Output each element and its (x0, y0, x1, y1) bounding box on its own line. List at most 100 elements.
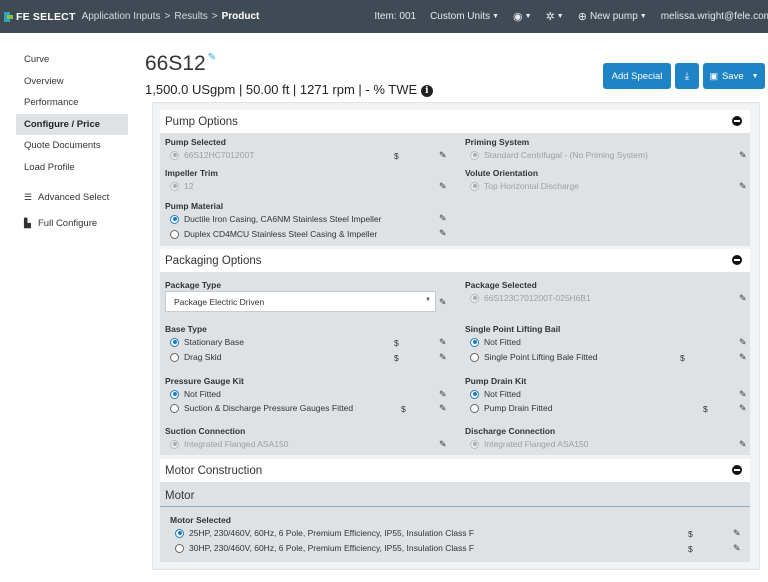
price-icon: $ (394, 338, 399, 348)
edit-icon[interactable]: ✎ (439, 228, 447, 239)
edit-icon[interactable]: ✎ (439, 403, 447, 414)
plus-circle-icon: ⊕ (577, 11, 587, 23)
duty-point-summary: 1,500.0 USgpm | 50.00 ft | 1271 rpm | - … (145, 82, 433, 97)
sidebar: Curve Overview Performance Configure / P… (16, 49, 128, 234)
gear-icon: ✲ (545, 11, 555, 23)
edit-icon[interactable]: ✎ (739, 352, 747, 363)
edit-icon[interactable]: ✎ (439, 150, 447, 161)
settings-dropdown[interactable]: ✲ ▼ (546, 10, 564, 23)
fe-select-logo[interactable]: FE SELECT (4, 11, 76, 23)
edit-icon[interactable]: ✎ (739, 293, 747, 304)
breadcrumb-application-inputs[interactable]: Application Inputs (82, 11, 161, 22)
sidebar-item-advanced-select[interactable]: ☰ Advanced Select (16, 187, 128, 209)
radio-button[interactable] (170, 337, 179, 347)
breadcrumb-results[interactable]: Results (174, 11, 207, 22)
sidebar-item-overview[interactable]: Overview (16, 71, 128, 93)
info-icon[interactable]: i (420, 84, 433, 97)
edit-icon[interactable]: ✎ (733, 543, 741, 554)
edit-icon[interactable]: ✎ (739, 439, 747, 450)
breadcrumb: Application Inputs > Results > Product (82, 11, 260, 22)
edit-icon[interactable]: ✎ (439, 439, 447, 450)
edit-icon[interactable]: ✎ (739, 389, 747, 400)
logo-icon (4, 11, 13, 22)
option-label: Not Fitted (484, 389, 521, 399)
radio-button[interactable] (175, 543, 184, 553)
pump-drain-option[interactable]: Not Fitted (470, 389, 521, 399)
new-pump-label: New pump (589, 11, 638, 22)
edit-icon[interactable]: ✎ (439, 337, 447, 348)
edit-icon[interactable]: ✎ (439, 352, 447, 363)
option-label: Pump Drain Fitted (484, 403, 553, 413)
sidebar-item-curve[interactable]: Curve (16, 49, 128, 71)
sidebar-item-configure-price[interactable]: Configure / Price (16, 113, 128, 135)
suction-connection-option: Integrated Flanged ASA150 (170, 439, 288, 449)
download-button[interactable]: ⤓ (675, 63, 699, 89)
caret-down-icon: ▼ (524, 13, 532, 20)
edit-icon[interactable]: ✎ (439, 213, 447, 224)
motor-option[interactable]: 30HP, 230/460V, 60Hz, 6 Pole, Premium Ef… (175, 543, 474, 553)
radio-button[interactable] (470, 389, 479, 399)
edit-icon[interactable]: ✎ (439, 181, 447, 192)
edit-icon[interactable]: ✎ (739, 337, 747, 348)
collapse-icon[interactable] (732, 465, 742, 475)
radio-button[interactable] (170, 403, 179, 413)
pressure-gauge-option[interactable]: Suction & Discharge Pressure Gauges Fitt… (170, 403, 353, 413)
motor-option[interactable]: 25HP, 230/460V, 60Hz, 6 Pole, Premium Ef… (175, 528, 474, 538)
help-dropdown[interactable]: ◉ ▼ (513, 10, 532, 23)
radio-button[interactable] (170, 214, 179, 224)
edit-icon[interactable]: ✎ (739, 181, 747, 192)
pump-options-header[interactable]: Pump Options (160, 110, 750, 133)
pump-material-option[interactable]: Duplex CD4MCU Stainless Steel Casing & I… (170, 229, 377, 239)
radio-button[interactable] (175, 528, 184, 538)
edit-icon[interactable]: ✎ (739, 150, 747, 161)
lifting-bail-option[interactable]: Single Point Lifting Bale Fitted (470, 352, 597, 362)
package-type-select[interactable]: Package Electric Driven ▼ (165, 291, 436, 312)
sidebar-item-load-profile[interactable]: Load Profile (16, 157, 128, 179)
collapse-icon[interactable] (732, 116, 742, 126)
pump-material-option[interactable]: Ductile Iron Casing, CA6NM Stainless Ste… (170, 214, 381, 224)
pressure-gauge-option[interactable]: Not Fitted (170, 389, 221, 399)
option-label: 25HP, 230/460V, 60Hz, 6 Pole, Premium Ef… (189, 528, 475, 538)
option-label: Integrated Flanged ASA150 (184, 439, 289, 449)
collapse-icon[interactable] (732, 255, 742, 265)
lifting-bail-option[interactable]: Not Fitted (470, 337, 521, 347)
pump-drain-option[interactable]: Pump Drain Fitted (470, 403, 553, 413)
edit-icon[interactable]: ✎ (733, 528, 741, 539)
factory-icon: ▙ (24, 217, 31, 228)
option-label: 66S123C701200T-025H6B1 (484, 293, 591, 303)
radio-button (470, 293, 479, 303)
radio-button[interactable] (170, 352, 179, 362)
motor-construction-header[interactable]: Motor Construction (160, 459, 750, 482)
base-type-option[interactable]: Drag Skid (170, 352, 221, 362)
radio-button[interactable] (470, 337, 479, 347)
package-selected-option: 66S123C701200T-025H6B1 (470, 293, 591, 303)
edit-icon[interactable]: ✎ (439, 297, 447, 308)
select-value: Package Electric Driven (174, 296, 265, 307)
radio-button[interactable] (470, 403, 479, 413)
save-button[interactable]: ▣ Save ▼ (703, 63, 765, 89)
radio-button[interactable] (170, 389, 179, 399)
item-number: Item: 001 (374, 11, 417, 22)
pump-material-label: Pump Material (165, 201, 224, 211)
new-pump-dropdown[interactable]: ⊕ New pump ▼ (578, 10, 647, 23)
add-special-button[interactable]: Add Special (603, 63, 671, 89)
option-label: Drag Skid (184, 352, 222, 362)
packaging-options-header[interactable]: Packaging Options (160, 249, 750, 272)
base-type-option[interactable]: Stationary Base (170, 337, 244, 347)
edit-title-icon[interactable]: ✎ (208, 52, 216, 63)
caret-down-icon: ▼ (639, 13, 647, 20)
edit-icon[interactable]: ✎ (739, 403, 747, 414)
user-menu[interactable]: melissa.wright@fele.com (661, 11, 768, 22)
edit-icon[interactable]: ✎ (439, 389, 447, 400)
user-email: melissa.wright@fele.com (660, 11, 768, 22)
radio-button[interactable] (470, 352, 479, 362)
breadcrumb-separator: > (211, 11, 218, 22)
option-label: Top Horizontal Discharge (484, 181, 579, 191)
price-icon: $ (703, 404, 708, 414)
radio-button[interactable] (170, 229, 179, 239)
sidebar-item-full-configure[interactable]: ▙ Full Configure (16, 213, 128, 235)
units-dropdown[interactable]: Custom Units ▼ (430, 11, 499, 22)
sidebar-item-quote-documents[interactable]: Quote Documents (16, 135, 128, 157)
breadcrumb-separator: > (164, 11, 171, 22)
sidebar-item-performance[interactable]: Performance (16, 92, 128, 114)
